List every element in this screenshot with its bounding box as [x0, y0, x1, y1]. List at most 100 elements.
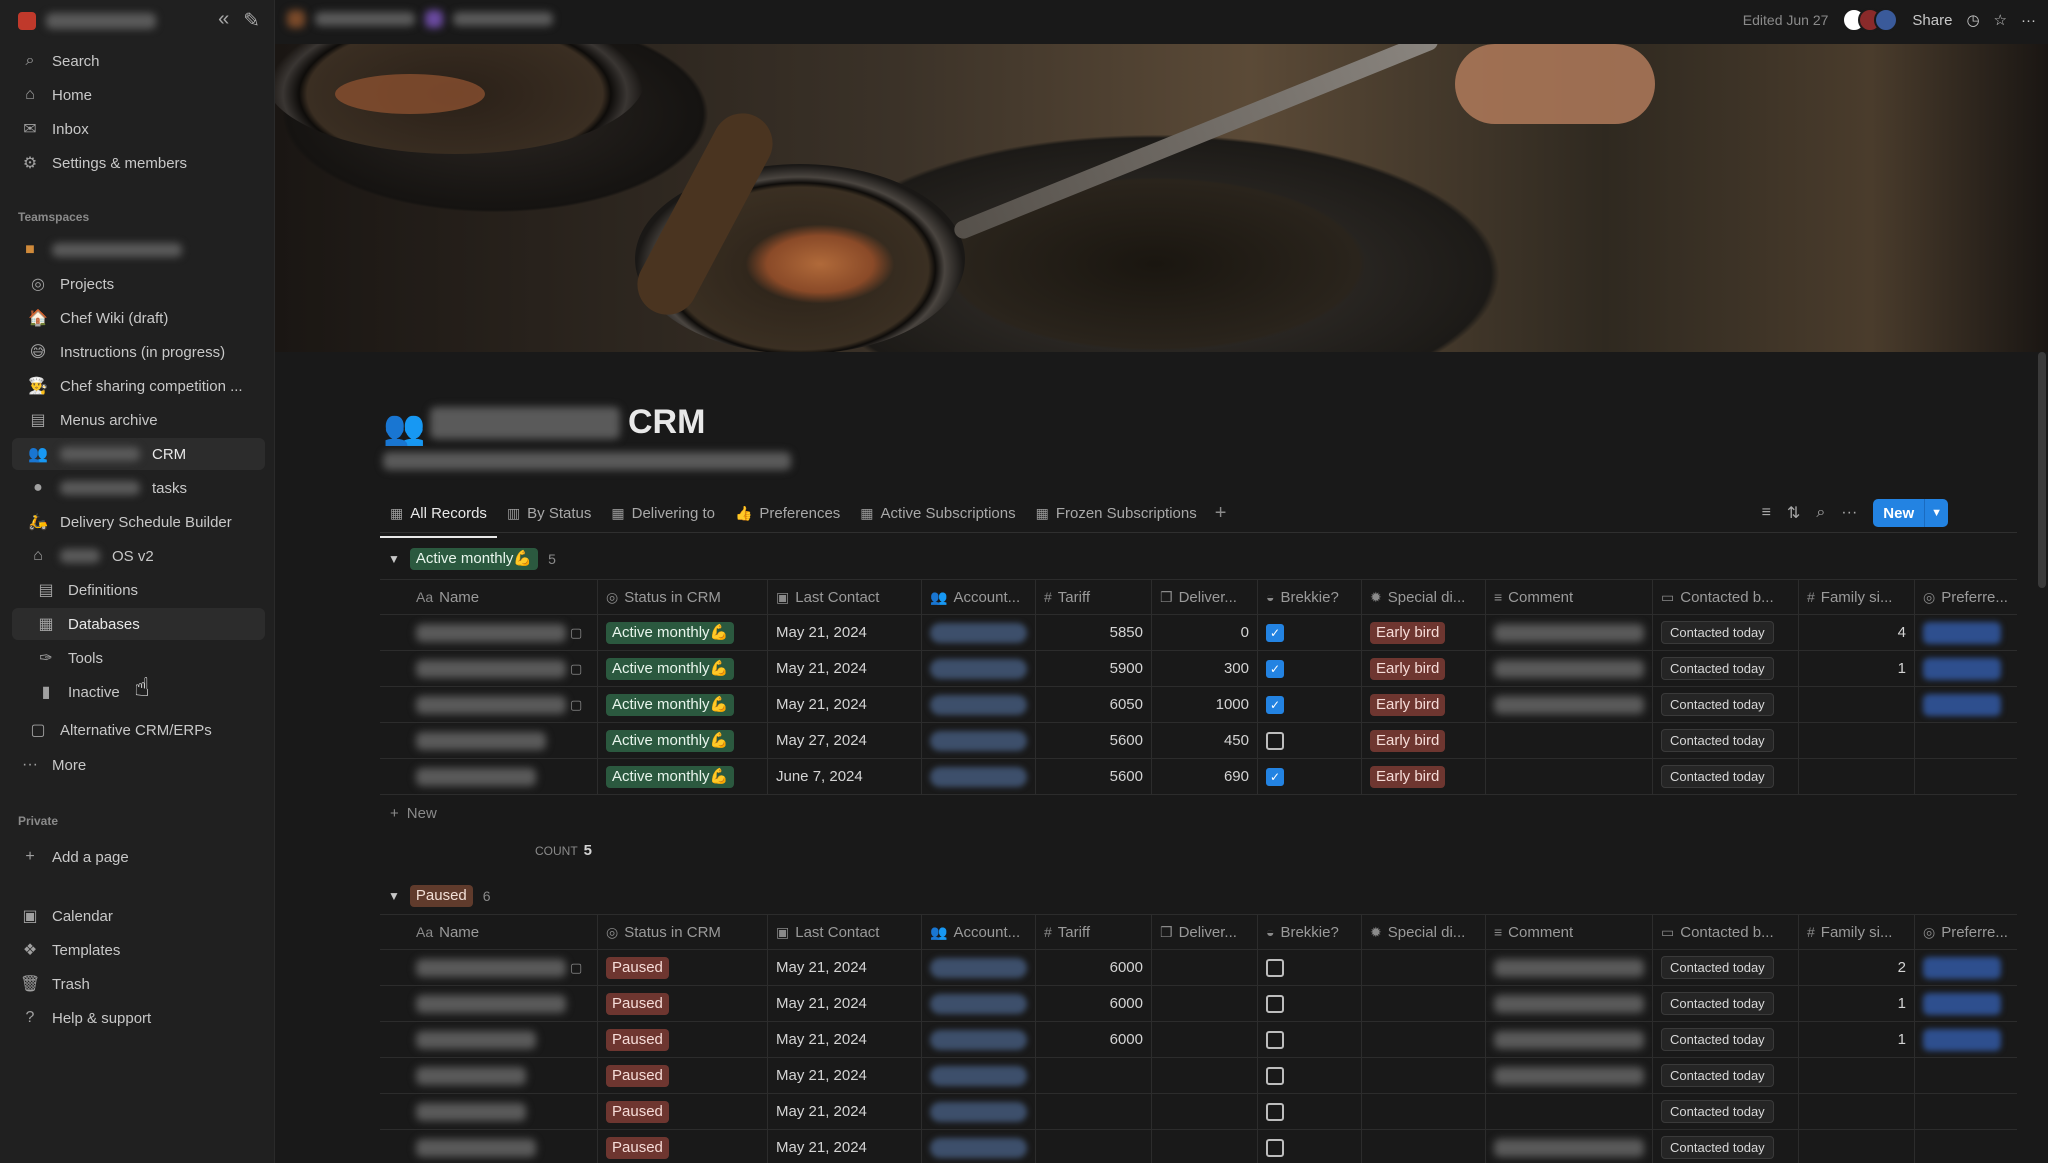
comment-icon[interactable]: ▢	[570, 625, 582, 641]
breadcrumb-item[interactable]	[315, 12, 415, 26]
special-cell[interactable]	[1362, 950, 1486, 985]
delivery-cell[interactable]: 1000	[1152, 687, 1258, 722]
name-cell[interactable]: ▢	[380, 950, 598, 985]
brekkie-cell[interactable]	[1258, 986, 1362, 1021]
sidebar-item-os-v2[interactable]: ⌂ OS v2	[12, 540, 265, 572]
comment-cell[interactable]	[1486, 759, 1653, 794]
sidebar-item-definitions[interactable]: ▤ Definitions	[12, 574, 265, 606]
tab-by-status[interactable]: ▥ By Status	[497, 494, 601, 532]
contacted-cell[interactable]: Contacted today	[1653, 986, 1799, 1021]
date-cell[interactable]: May 21, 2024	[768, 1094, 922, 1129]
sidebar-item-settings[interactable]: ⚙ Settings & members	[12, 147, 265, 179]
status-cell[interactable]: Paused	[598, 1130, 768, 1163]
workspace-switcher[interactable]	[18, 8, 156, 34]
account-cell[interactable]	[922, 1130, 1036, 1163]
table-row[interactable]: Paused May 21, 2024 Contacted today	[380, 1130, 2017, 1163]
checkbox-unchecked[interactable]	[1266, 731, 1284, 750]
column-header-comment[interactable]: ≡ Comment	[1486, 915, 1653, 949]
sidebar-item-teamspace[interactable]: ■	[12, 234, 265, 266]
delivery-cell[interactable]: 450	[1152, 723, 1258, 758]
column-header-preferred[interactable]: ◎ Preferre...	[1915, 915, 2017, 949]
sidebar-item-crm[interactable]: 👥 CRM	[12, 438, 265, 470]
preferred-cell[interactable]	[1915, 986, 2017, 1021]
delivery-cell[interactable]	[1152, 1130, 1258, 1163]
status-cell[interactable]: Active monthly💪	[598, 723, 768, 758]
tab-active-subscriptions[interactable]: ▦ Active Subscriptions	[850, 494, 1025, 532]
status-cell[interactable]: Active monthly💪	[598, 651, 768, 686]
name-cell[interactable]	[380, 1094, 598, 1129]
date-cell[interactable]: May 21, 2024	[768, 687, 922, 722]
search-icon[interactable]: ⌕	[1816, 504, 1825, 522]
checkbox-checked[interactable]: ✓	[1266, 659, 1284, 678]
family-cell[interactable]	[1799, 1094, 1915, 1129]
preferred-cell[interactable]	[1915, 1094, 2017, 1129]
column-header-special[interactable]: ✹ Special di...	[1362, 915, 1486, 949]
preferred-cell[interactable]	[1915, 1022, 2017, 1057]
tab-all-records[interactable]: ▦ All Records	[380, 494, 497, 538]
comment-cell[interactable]	[1486, 986, 1653, 1021]
preferred-cell[interactable]	[1915, 615, 2017, 650]
column-header-comment[interactable]: ≡ Comment	[1486, 580, 1653, 614]
column-header-account[interactable]: 👥 Account...	[922, 580, 1036, 614]
preferred-cell[interactable]	[1915, 950, 2017, 985]
checkbox-checked[interactable]: ✓	[1266, 695, 1284, 714]
contacted-cell[interactable]: Contacted today	[1653, 1058, 1799, 1093]
status-cell[interactable]: Paused	[598, 1058, 768, 1093]
collaborators[interactable]	[1842, 8, 1899, 32]
comment-cell[interactable]	[1486, 950, 1653, 985]
brekkie-cell[interactable]: ✓	[1258, 759, 1362, 794]
column-header-last-contact[interactable]: ▣ Last Contact	[768, 915, 922, 949]
tariff-cell[interactable]: 5900	[1036, 651, 1152, 686]
special-cell[interactable]	[1362, 1130, 1486, 1163]
name-cell[interactable]	[380, 1022, 598, 1057]
checkbox-unchecked[interactable]	[1266, 1102, 1284, 1121]
tab-delivering-to[interactable]: ▦ Delivering to	[601, 494, 725, 532]
name-cell[interactable]	[380, 1130, 598, 1163]
tab-preferences[interactable]: 👍 Preferences	[725, 494, 850, 532]
more-icon[interactable]: ···	[1841, 504, 1857, 522]
family-cell[interactable]: 4	[1799, 615, 1915, 650]
preferred-cell[interactable]	[1915, 651, 2017, 686]
contacted-cell[interactable]: Contacted today	[1653, 723, 1799, 758]
checkbox-unchecked[interactable]	[1266, 1138, 1284, 1157]
contacted-cell[interactable]: Contacted today	[1653, 759, 1799, 794]
preferred-cell[interactable]	[1915, 687, 2017, 722]
column-header-contacted[interactable]: ▭ Contacted b...	[1653, 580, 1799, 614]
status-cell[interactable]: Active monthly💪	[598, 687, 768, 722]
status-cell[interactable]: Paused	[598, 1094, 768, 1129]
account-cell[interactable]	[922, 687, 1036, 722]
delivery-cell[interactable]	[1152, 1022, 1258, 1057]
account-cell[interactable]	[922, 615, 1036, 650]
delivery-cell[interactable]: 0	[1152, 615, 1258, 650]
brekkie-cell[interactable]	[1258, 950, 1362, 985]
people-icon[interactable]: 👥	[383, 408, 425, 448]
table-row[interactable]: Paused May 21, 2024 6000 Contacted today…	[380, 986, 2017, 1022]
delivery-cell[interactable]	[1152, 1094, 1258, 1129]
delivery-cell[interactable]	[1152, 986, 1258, 1021]
group-header-paused[interactable]: ▼ Paused 6	[388, 885, 491, 907]
name-cell[interactable]	[380, 1058, 598, 1093]
column-header-special[interactable]: ✹ Special di...	[1362, 580, 1486, 614]
table-row[interactable]: ▢ Paused May 21, 2024 6000 Contacted tod…	[380, 950, 2017, 986]
scrollbar[interactable]	[2038, 352, 2046, 588]
checkbox-checked[interactable]: ✓	[1266, 623, 1284, 642]
family-cell[interactable]: 1	[1799, 651, 1915, 686]
sort-icon[interactable]: ⇅	[1787, 503, 1800, 523]
family-cell[interactable]	[1799, 1130, 1915, 1163]
family-cell[interactable]	[1799, 1058, 1915, 1093]
status-cell[interactable]: Paused	[598, 950, 768, 985]
table-row[interactable]: ▢ Active monthly💪 May 21, 2024 5900 300 …	[380, 651, 2017, 687]
sidebar-item-more[interactable]: ··· More	[12, 749, 265, 781]
name-cell[interactable]	[380, 759, 598, 794]
status-cell[interactable]: Active monthly💪	[598, 615, 768, 650]
family-cell[interactable]	[1799, 687, 1915, 722]
account-cell[interactable]	[922, 759, 1036, 794]
column-header-status[interactable]: ◎ Status in CRM	[598, 915, 768, 949]
account-cell[interactable]	[922, 651, 1036, 686]
sidebar-item-trash[interactable]: 🗑 Trash	[12, 968, 265, 1000]
account-cell[interactable]	[922, 986, 1036, 1021]
delivery-cell[interactable]	[1152, 950, 1258, 985]
comment-cell[interactable]	[1486, 723, 1653, 758]
table-row[interactable]: Paused May 21, 2024 Contacted today	[380, 1094, 2017, 1130]
special-cell[interactable]	[1362, 1058, 1486, 1093]
